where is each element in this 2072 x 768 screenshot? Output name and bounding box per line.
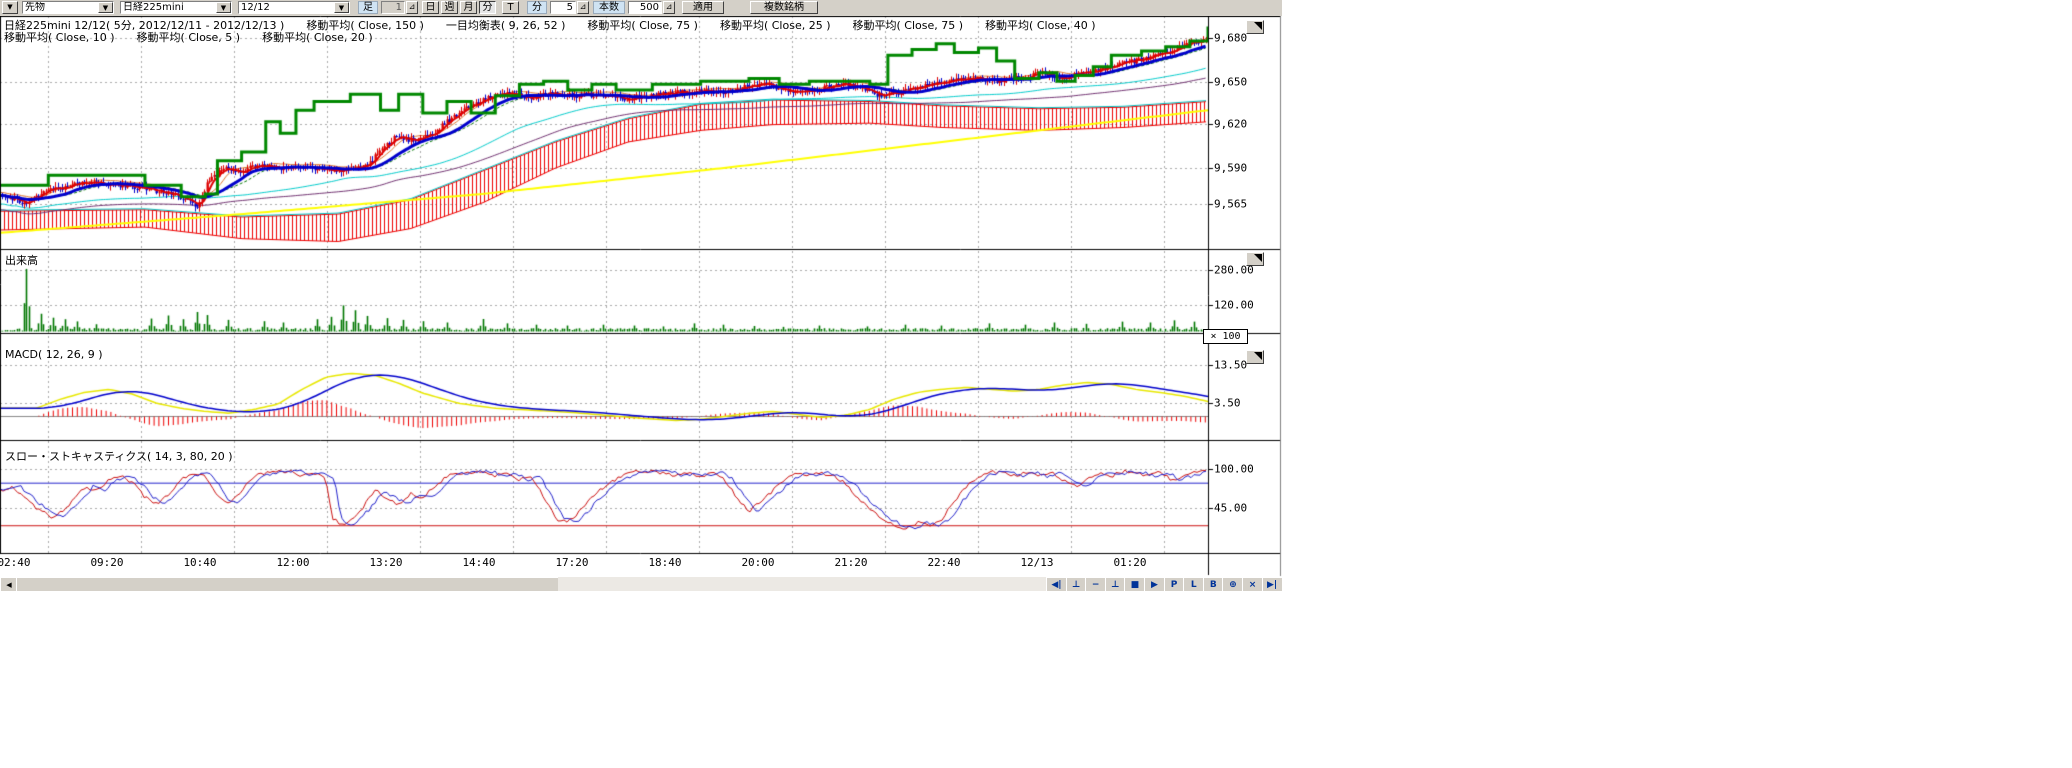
- chart-canvas[interactable]: [0, 16, 1282, 591]
- spinner-icon[interactable]: ⊿: [577, 1, 589, 14]
- minute-unit-label: 分: [527, 1, 547, 14]
- macd-pane-label: MACD( 12, 26, 9 ): [5, 348, 103, 361]
- mini-dropdown-button[interactable]: ▼: [2, 1, 18, 14]
- period-week-button[interactable]: 週: [441, 1, 458, 14]
- legend-entry: 移動平均( Close, 20 ): [262, 29, 373, 45]
- collapse-triangle-icon: [1254, 352, 1262, 360]
- macd-tick-label: 3.50: [1214, 397, 1241, 410]
- scrollbar-track[interactable]: [558, 577, 1046, 591]
- period-minute-button[interactable]: 分: [479, 1, 496, 14]
- time-tick-label: 22:40: [927, 556, 960, 569]
- stoch-tick-label: 45.00: [1214, 502, 1247, 515]
- macd-tick-label: 13.50: [1214, 359, 1247, 372]
- time-tick-label: 10:40: [183, 556, 216, 569]
- desktop: ▼ 先物 ▼ 日経225mini ▼ 12/12 ▼ 足 1 ⊿ 日 週 月 分…: [0, 0, 2072, 768]
- symbol-dropdown[interactable]: 日経225mini ▼: [120, 1, 232, 14]
- time-tick-label: 18:40: [648, 556, 681, 569]
- chart-tool-button[interactable]: L: [1183, 577, 1204, 591]
- time-tick-label: 01:20: [1113, 556, 1146, 569]
- chart-tool-button[interactable]: ■: [1124, 577, 1145, 591]
- time-tick-label: 02:40: [0, 556, 31, 569]
- time-tick-label: 12/13: [1020, 556, 1053, 569]
- time-tick-label: 13:20: [369, 556, 402, 569]
- stochastics-pane-label: スロー・ストキャスティクス( 14, 3, 80, 20 ): [5, 448, 233, 464]
- chart-tool-button[interactable]: ⊕: [1222, 577, 1243, 591]
- chart-tool-button[interactable]: P: [1164, 577, 1185, 591]
- market-dropdown-value: 先物: [23, 2, 98, 13]
- chart-tool-button[interactable]: ⊥: [1105, 577, 1126, 591]
- volume-pane-label: 出来高: [5, 252, 38, 268]
- price-tick-label: 9,590: [1214, 162, 1247, 175]
- chart-tool-button[interactable]: ▶|: [1262, 577, 1282, 591]
- legend-entry: 移動平均( Close, 5 ): [137, 29, 241, 45]
- contract-month-dropdown[interactable]: 12/12 ▼: [238, 1, 350, 14]
- chart-tool-button[interactable]: ▶: [1144, 577, 1165, 591]
- price-tick-label: 9,680: [1214, 32, 1247, 45]
- chart-tool-button[interactable]: ×: [1242, 577, 1263, 591]
- collapse-triangle-icon: [1254, 22, 1262, 30]
- minute-value-field[interactable]: 5: [550, 1, 576, 14]
- main-pane-collapse-button[interactable]: [1246, 20, 1264, 34]
- ashi-count-field[interactable]: 1: [381, 1, 405, 14]
- time-tick-label: 09:20: [90, 556, 123, 569]
- chart-app-window: ▼ 先物 ▼ 日経225mini ▼ 12/12 ▼ 足 1 ⊿ 日 週 月 分…: [0, 0, 1282, 592]
- bar-count-field[interactable]: 500: [628, 1, 662, 14]
- price-tick-label: 9,620: [1214, 118, 1247, 131]
- market-dropdown[interactable]: 先物 ▼: [22, 1, 114, 14]
- bar-count-label: 本数: [593, 1, 625, 14]
- macd-pane-collapse-button[interactable]: [1246, 350, 1264, 364]
- time-tick-label: 12:00: [276, 556, 309, 569]
- time-tick-label: 14:40: [462, 556, 495, 569]
- legend-line2: 移動平均( Close, 10 ) 移動平均( Close, 5 ) 移動平均( C…: [4, 29, 1204, 45]
- chart-tool-button[interactable]: −: [1085, 577, 1106, 591]
- dropdown-arrow-icon[interactable]: ▼: [216, 2, 231, 13]
- price-tick-label: 9,565: [1214, 198, 1247, 211]
- volume-multiplier-badge: × 100: [1203, 329, 1248, 344]
- contract-month-value: 12/12: [239, 2, 334, 13]
- time-tick-label: 17:20: [555, 556, 588, 569]
- collapse-triangle-icon: [1254, 254, 1262, 262]
- chart-tool-button[interactable]: ⊥: [1066, 577, 1087, 591]
- period-day-button[interactable]: 日: [422, 1, 439, 14]
- time-tick-label: 20:00: [741, 556, 774, 569]
- multi-symbol-button[interactable]: 複数銘柄: [750, 1, 818, 14]
- volume-tick-label: 120.00: [1214, 299, 1254, 312]
- horizontal-scrollbar: ◀ ◀|⊥−⊥■▶PLB⊕×▶|: [0, 577, 1282, 591]
- dropdown-arrow-icon[interactable]: ▼: [98, 2, 113, 13]
- ashi-label: 足: [358, 1, 378, 14]
- time-tick-label: 21:20: [834, 556, 867, 569]
- volume-tick-label: 280.00: [1214, 264, 1254, 277]
- chart-tool-button[interactable]: B: [1203, 577, 1224, 591]
- stoch-tick-label: 100.00: [1214, 463, 1254, 476]
- spinner-icon[interactable]: ⊿: [406, 1, 418, 14]
- period-month-button[interactable]: 月: [460, 1, 477, 14]
- chart-tool-button[interactable]: ◀|: [1046, 577, 1067, 591]
- symbol-dropdown-value: 日経225mini: [121, 2, 216, 13]
- price-tick-label: 9,650: [1214, 76, 1247, 89]
- legend-entry: 移動平均( Close, 10 ): [4, 29, 115, 45]
- period-tick-button[interactable]: T: [502, 1, 519, 14]
- scrollbar-thumb[interactable]: [16, 577, 560, 591]
- spinner-icon[interactable]: ⊿: [663, 1, 675, 14]
- apply-button[interactable]: 適用: [682, 1, 724, 14]
- dropdown-arrow-icon[interactable]: ▼: [334, 2, 349, 13]
- toolbar: ▼ 先物 ▼ 日経225mini ▼ 12/12 ▼ 足 1 ⊿ 日 週 月 分…: [0, 0, 1282, 16]
